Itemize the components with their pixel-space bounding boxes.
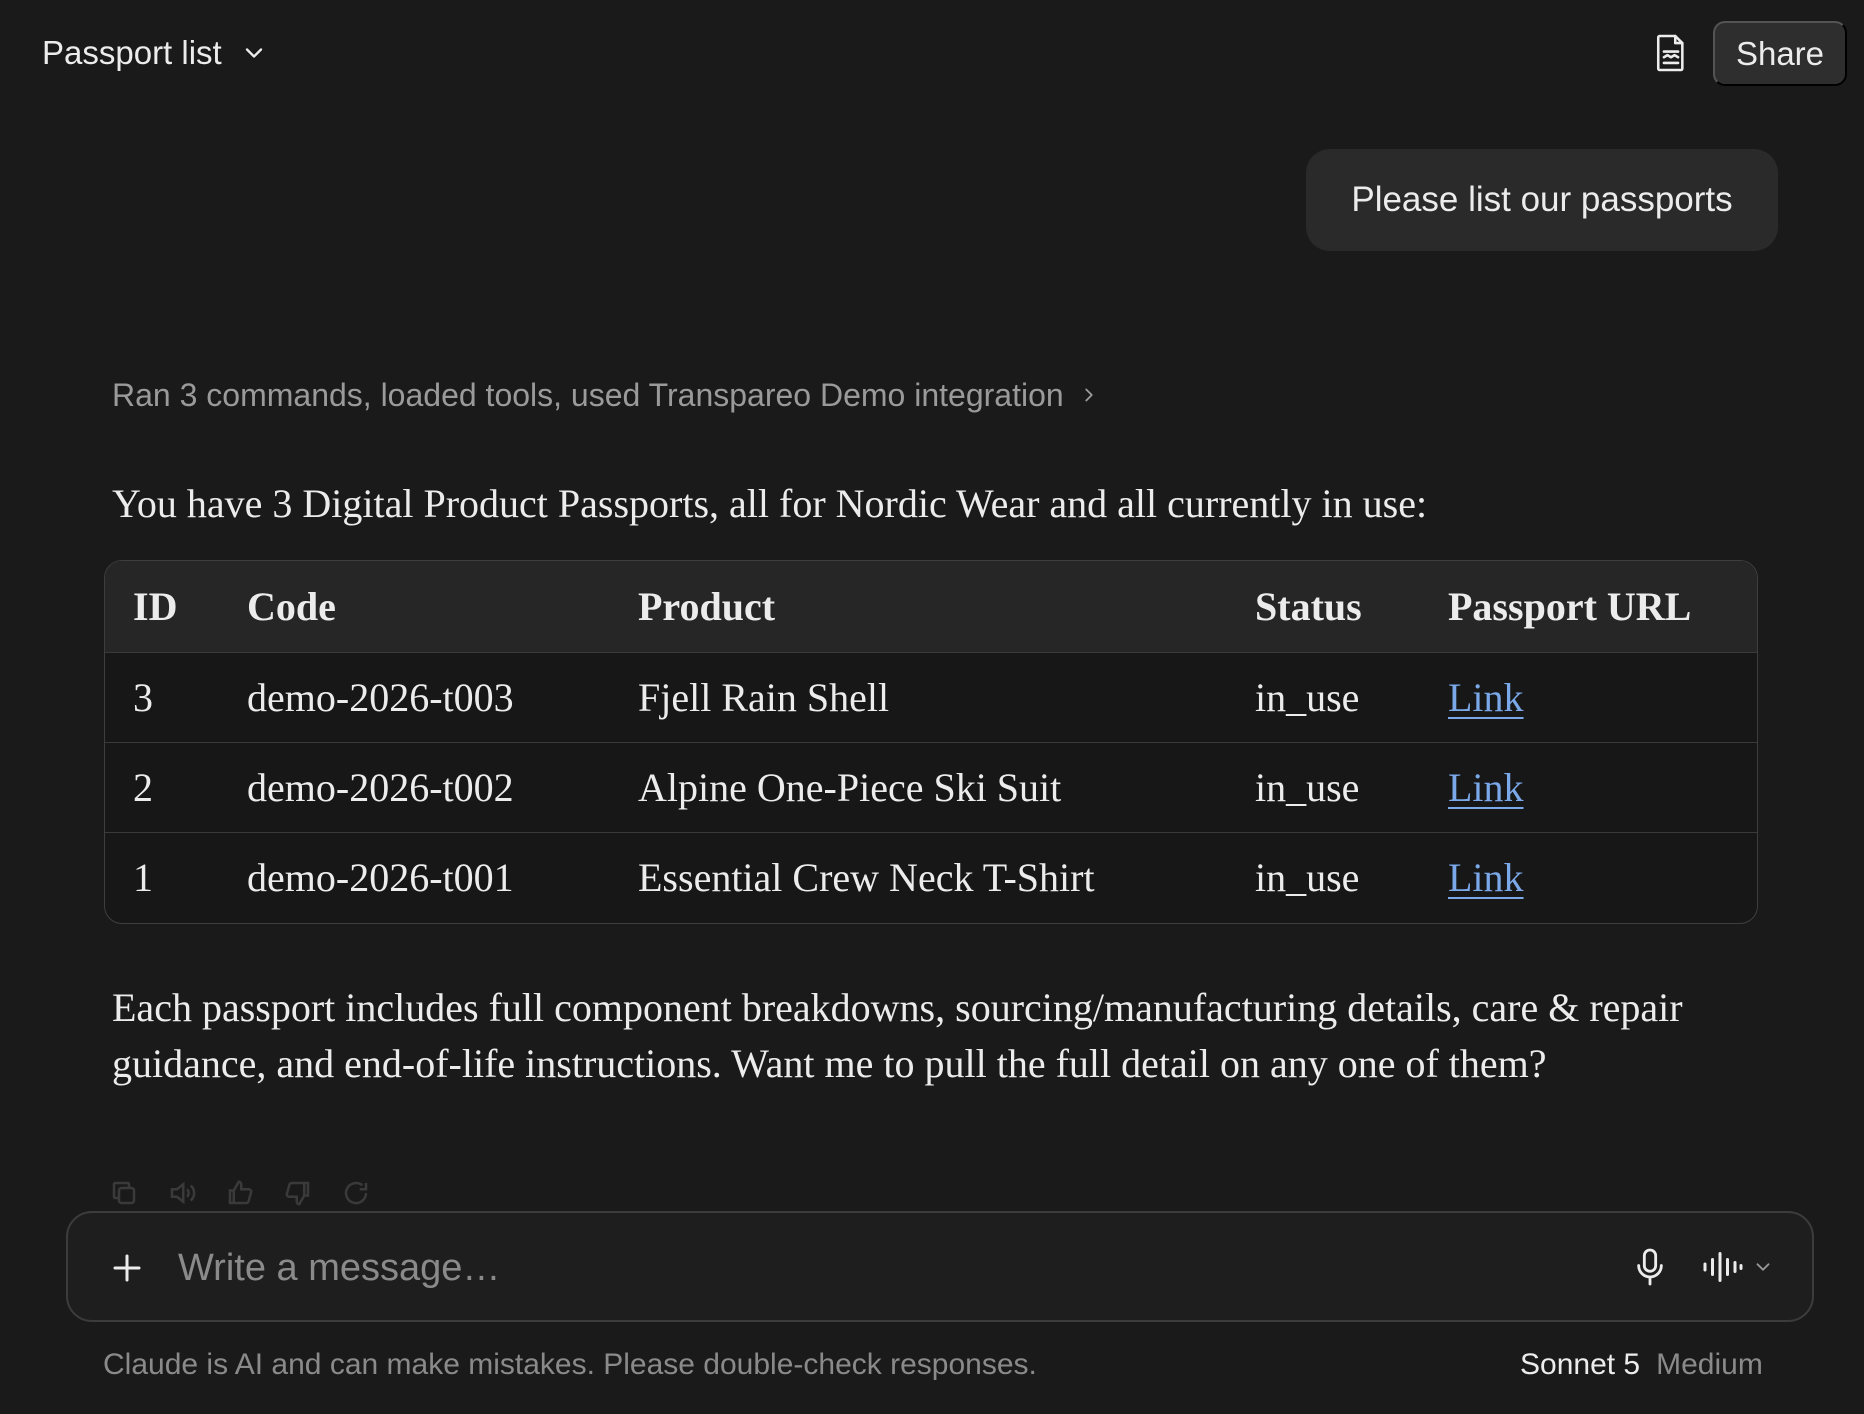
cell-id: 3 [133,674,153,720]
cell-id: 1 [133,854,153,900]
add-attachment-button[interactable] [102,1243,152,1293]
cell-code: demo-2026-t003 [247,674,514,720]
cell-code: demo-2026-t001 [247,854,514,900]
ai-disclaimer: Claude is AI and can make mistakes. Plea… [103,1348,1037,1381]
conversation-title: Passport list [42,34,222,71]
cell-product: Alpine One-Piece Ski Suit [638,764,1062,810]
assistant-intro-text: You have 3 Digital Product Passports, al… [112,481,1428,526]
thumbs-down-icon [285,1181,310,1206]
copy-button[interactable] [108,1177,140,1209]
cell-status: in_use [1255,764,1360,810]
user-message-bubble: Please list our passports [1306,149,1778,251]
passports-table: ID Code Product Status Passport URL 3 de… [104,560,1758,924]
model-effort: Medium [1656,1348,1763,1381]
thumbs-up-button[interactable] [224,1177,256,1209]
cell-product: Essential Crew Neck T-Shirt [638,854,1095,900]
voice-mode-button[interactable] [1702,1241,1798,1293]
thumbs-up-icon [228,1180,253,1205]
document-icon [1656,34,1684,72]
artifact-document-button[interactable] [1642,24,1700,82]
cell-code: demo-2026-t002 [247,764,514,810]
column-header-id: ID [133,583,178,629]
cell-passport-url: Link [1448,742,1757,832]
column-header-product: Product [638,583,776,629]
cell-passport-url: Link [1448,832,1757,922]
passport-link[interactable]: Link [1448,855,1524,900]
model-selector[interactable]: Sonnet 5 Medium [1520,1348,1763,1382]
column-header-passport-url: Passport URL [1448,583,1692,629]
share-button[interactable]: Share [1713,21,1847,86]
speaker-icon [170,1181,196,1205]
column-header-code: Code [247,583,336,629]
table-header-row: ID Code Product Status Passport URL [105,561,1757,652]
table-row: 2 demo-2026-t002 Alpine One-Piece Ski Su… [105,742,1757,832]
conversation-title-dropdown[interactable]: Passport list [30,24,280,82]
read-aloud-button[interactable] [166,1177,198,1209]
thumbs-down-button[interactable] [282,1177,314,1209]
table-row: 1 demo-2026-t001 Essential Crew Neck T-S… [105,832,1757,922]
column-header-status: Status [1255,583,1362,629]
retry-icon [344,1181,368,1205]
message-composer [66,1211,1814,1322]
tool-usage-summary[interactable]: Ran 3 commands, loaded tools, used Trans… [112,372,1100,418]
voice-waveform-icon [1703,1252,1743,1282]
top-bar: Passport list Share [0,0,1864,106]
tool-summary-text: Ran 3 commands, loaded tools, used Trans… [112,376,1064,413]
microphone-icon [1637,1248,1663,1286]
chevron-right-icon [1084,388,1093,402]
cell-product: Fjell Rain Shell [638,674,890,720]
user-message-text: Please list our passports [1351,180,1733,219]
cell-status: in_use [1255,674,1360,720]
model-name: Sonnet 5 [1520,1348,1641,1381]
retry-button[interactable] [340,1177,372,1209]
passport-link[interactable]: Link [1448,675,1524,720]
chevron-down-icon [245,48,262,58]
passport-link[interactable]: Link [1448,765,1524,810]
table-row: 3 demo-2026-t003 Fjell Rain Shell in_use… [105,652,1757,742]
cell-id: 2 [133,764,153,810]
chevron-down-icon [1756,1263,1770,1271]
copy-icon [112,1181,136,1205]
plus-icon [113,1254,141,1282]
assistant-followup-text: Each passport includes full component br… [112,985,1683,1086]
cell-passport-url: Link [1448,652,1757,742]
dictation-button[interactable] [1624,1241,1676,1293]
message-actions [108,1176,372,1210]
cell-status: in_use [1255,854,1360,900]
message-input[interactable] [178,1235,1618,1301]
